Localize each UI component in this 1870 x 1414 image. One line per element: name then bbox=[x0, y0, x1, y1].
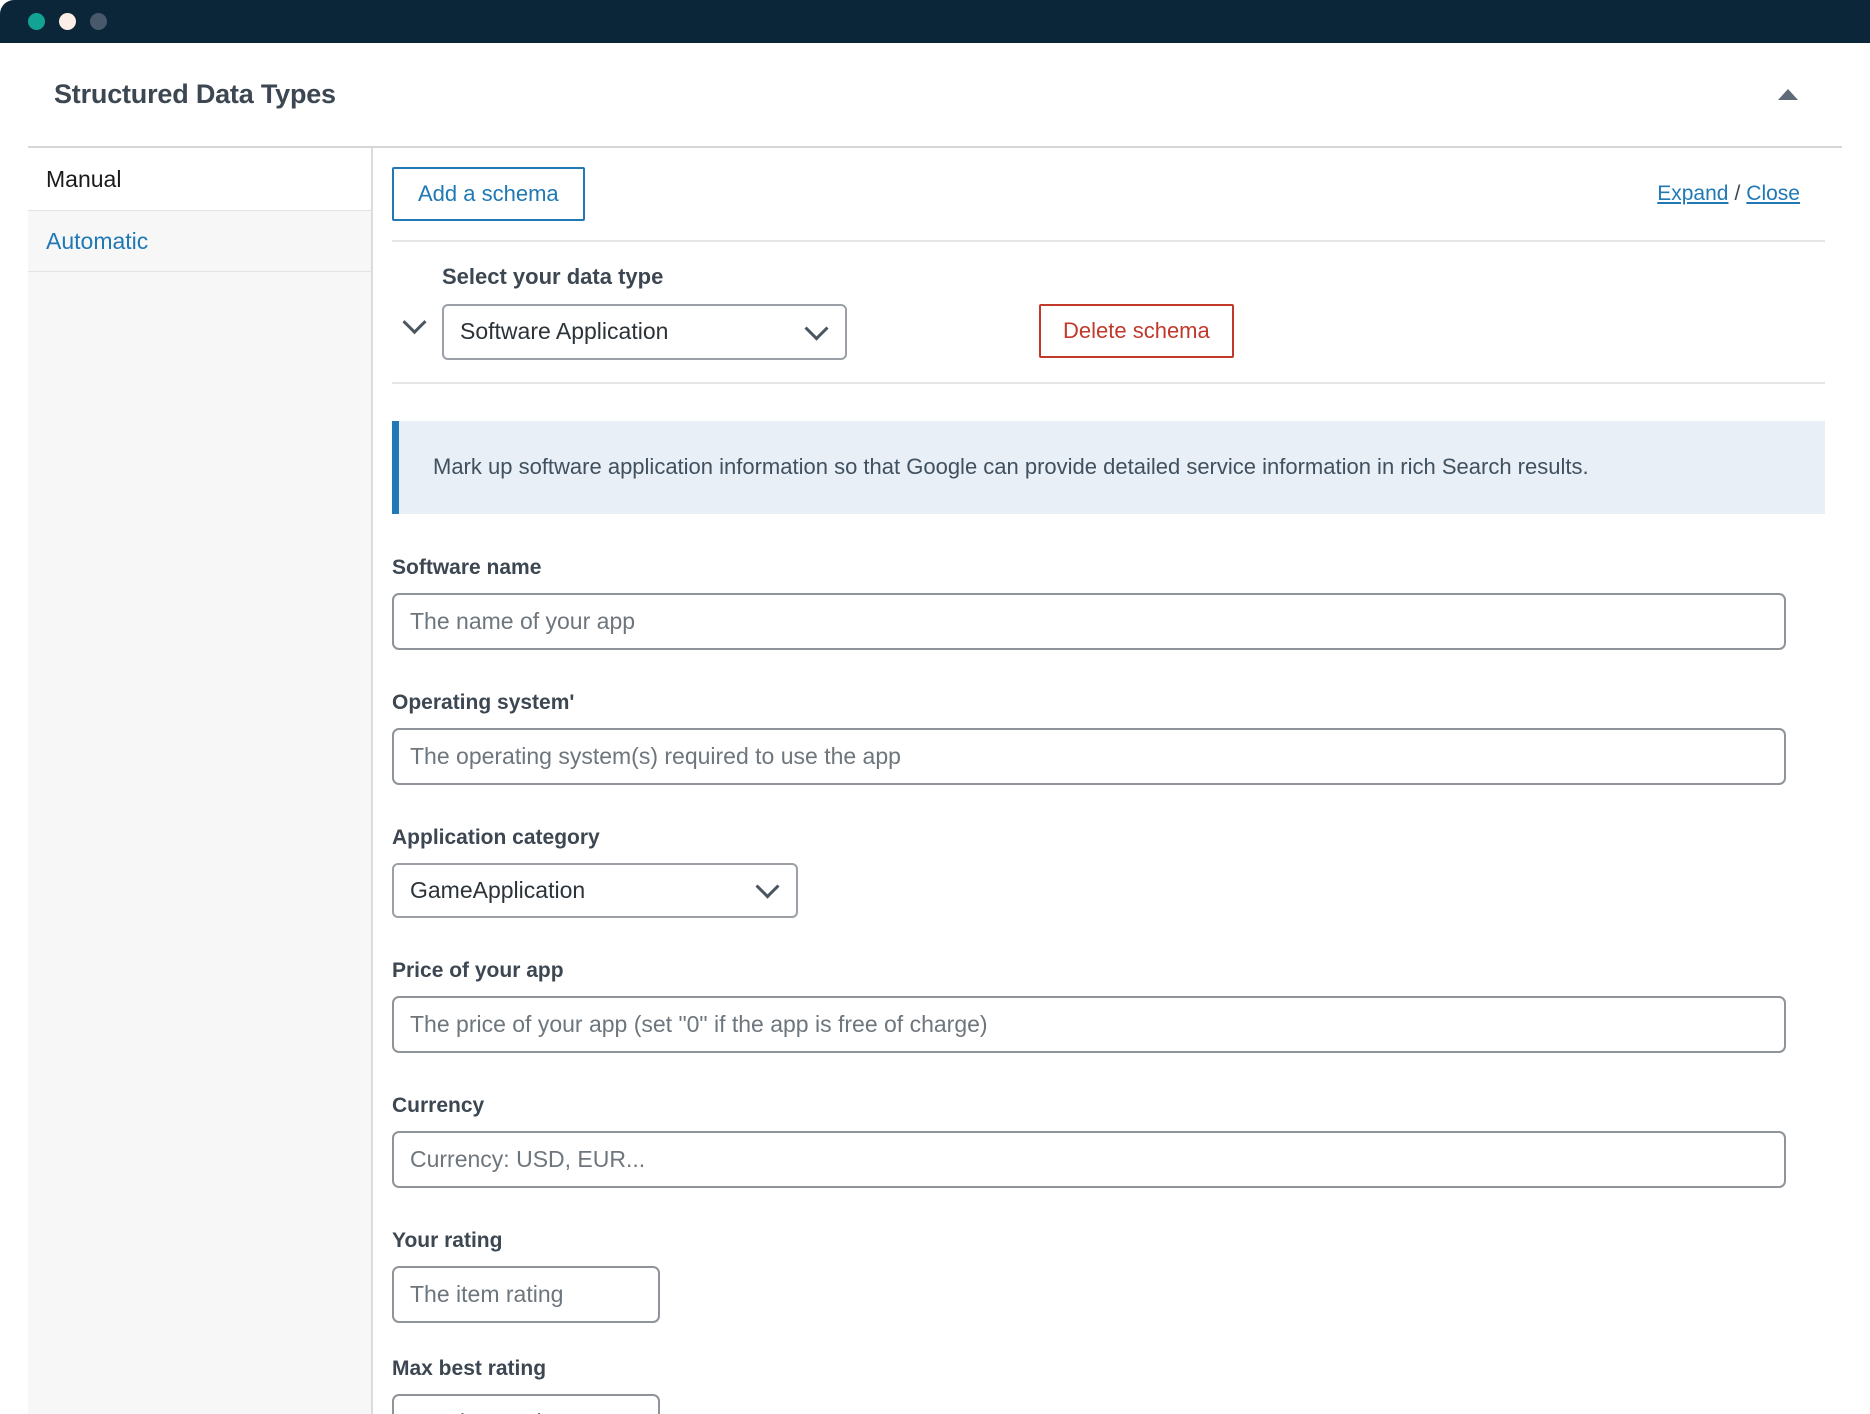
field-label: Software name bbox=[392, 555, 542, 579]
field-label: Price of your app bbox=[392, 959, 564, 983]
sidebar-item-label: Manual bbox=[46, 165, 122, 192]
sidebar: Manual Automatic bbox=[28, 148, 373, 1414]
field-label: Application category bbox=[392, 825, 600, 849]
maximize-window-icon[interactable] bbox=[90, 13, 107, 30]
data-type-select[interactable]: Software Application bbox=[442, 304, 847, 360]
field-application-category: Application category GameApplication bbox=[392, 826, 1825, 919]
expand-close-links: Expand / Close bbox=[1657, 182, 1800, 206]
app-window: Structured Data Types Manual Automatic A… bbox=[0, 0, 1870, 1414]
traffic-lights bbox=[28, 13, 107, 30]
data-type-field: Select your data type Software Applicati… bbox=[442, 264, 847, 360]
sidebar-item-automatic[interactable]: Automatic bbox=[28, 210, 371, 272]
schema-head-row: Select your data type Software Applicati… bbox=[375, 242, 1842, 360]
main-content: Add a schema Expand / Close Select your … bbox=[375, 148, 1842, 1414]
panel-collapse-button[interactable] bbox=[1768, 75, 1808, 115]
panel-header: Structured Data Types bbox=[28, 43, 1842, 148]
field-max-best-rating: Max best rating bbox=[392, 1357, 1825, 1414]
sidebar-item-label: Automatic bbox=[46, 227, 149, 254]
field-label: Max best rating bbox=[392, 1357, 547, 1381]
sidebar-item-manual[interactable]: Manual bbox=[28, 148, 371, 210]
your-rating-input[interactable] bbox=[392, 1266, 660, 1324]
schema-form: Software name Operating system' Applicat… bbox=[375, 514, 1842, 1414]
info-notice: Mark up software application information… bbox=[392, 421, 1825, 514]
expand-link[interactable]: Expand bbox=[1657, 182, 1728, 206]
field-currency: Currency bbox=[392, 1094, 1825, 1189]
application-category-select-wrap: GameApplication bbox=[392, 862, 798, 919]
software-name-input[interactable] bbox=[392, 592, 1786, 650]
application-category-select[interactable]: GameApplication bbox=[392, 862, 798, 919]
field-your-rating: Your rating bbox=[392, 1229, 1825, 1324]
field-operating-system: Operating system' bbox=[392, 691, 1825, 785]
delete-schema-button[interactable]: Delete schema bbox=[1039, 304, 1234, 358]
schema-toolbar: Add a schema Expand / Close bbox=[375, 148, 1842, 240]
close-link[interactable]: Close bbox=[1746, 182, 1800, 206]
currency-input[interactable] bbox=[392, 1131, 1786, 1189]
window-titlebar bbox=[0, 0, 1870, 43]
operating-system-input[interactable] bbox=[392, 727, 1786, 785]
field-label: Operating system' bbox=[392, 690, 575, 714]
schema-collapse-button[interactable] bbox=[394, 306, 434, 346]
close-window-icon[interactable] bbox=[28, 13, 45, 30]
data-type-label: Select your data type bbox=[442, 264, 664, 290]
add-schema-button[interactable]: Add a schema bbox=[392, 167, 585, 221]
triangle-up-icon bbox=[1778, 89, 1798, 100]
chevron-down-icon bbox=[401, 309, 427, 334]
links-separator: / bbox=[1734, 182, 1741, 205]
field-software-name: Software name bbox=[392, 556, 1825, 650]
field-price: Price of your app bbox=[392, 959, 1825, 1054]
schema-divider bbox=[392, 382, 1825, 384]
field-label: Currency bbox=[392, 1094, 485, 1118]
max-best-rating-input[interactable] bbox=[392, 1394, 660, 1414]
field-label: Your rating bbox=[392, 1229, 503, 1253]
minimize-window-icon[interactable] bbox=[59, 13, 76, 30]
price-input[interactable] bbox=[392, 996, 1786, 1054]
page-title: Structured Data Types bbox=[54, 79, 336, 109]
data-type-select-wrap: Software Application bbox=[442, 304, 847, 360]
